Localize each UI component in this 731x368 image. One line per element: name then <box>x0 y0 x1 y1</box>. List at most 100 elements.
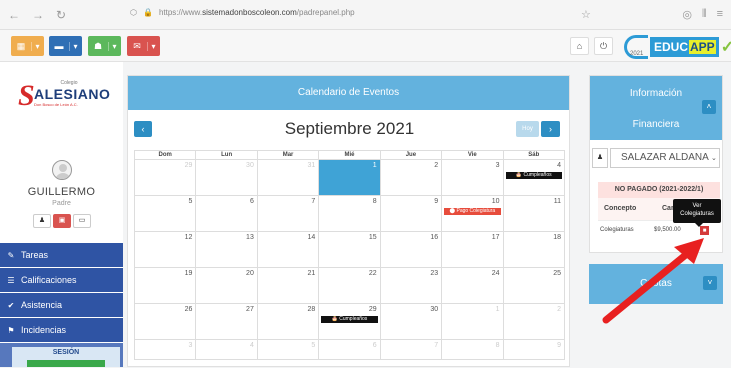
sidebar-item-asistencia[interactable]: ✔ Asistencia <box>0 293 123 317</box>
calendar-day-cell[interactable]: 25 <box>502 267 566 304</box>
calendar-day-number: 10 <box>491 198 500 205</box>
address-bar[interactable]: ⬡ 🔒 https://www.sistemadonboscoleon.com/… <box>130 8 355 17</box>
sidebar-item-label: Incidencias <box>21 325 67 335</box>
calendar-day-number: 2 <box>557 306 561 313</box>
student-select[interactable]: SALAZAR ALDANA ⌄ <box>610 148 720 168</box>
calendar-day-cell[interactable]: 30 <box>195 159 258 196</box>
calendar-day-cell[interactable]: 19 <box>133 267 197 304</box>
calendar-day-cell[interactable]: 10 ⬤ Pago Colegiatura <box>441 195 504 232</box>
calendar-day-cell[interactable]: 2 <box>502 303 566 340</box>
weekday-header: Mié <box>318 150 381 160</box>
calendar-day-cell[interactable]: 20 <box>195 267 258 304</box>
calendar-day-cell[interactable]: 16 <box>379 231 443 268</box>
calendar-body: 29 30 31 1 2 3 4 🎂 Cumpleaños 5 6 7 8 9 10 ⬤ Pago Cole… <box>133 159 566 360</box>
calendar-week-row: 26 27 28 29 🎂 Cumpleaños 30 1 2 <box>133 303 566 340</box>
calendar-day-cell[interactable]: 31 <box>256 159 320 196</box>
calendar-day-cell[interactable]: 30 <box>379 303 443 340</box>
library-icon[interactable]: ⫴ <box>702 8 707 21</box>
expand-button[interactable]: ˅ <box>703 276 717 290</box>
user-dropdown-button[interactable]: ☗ ▾ <box>88 36 121 56</box>
calendar-day-cell[interactable]: 1 <box>318 159 381 196</box>
calendar-day-number: 1 <box>372 162 377 169</box>
calendar-day-cell[interactable]: 11 <box>502 195 566 232</box>
calendar-day-cell[interactable]: 3 <box>133 339 197 360</box>
sidebar-item-incidencias[interactable]: ⚑ Incidencias <box>0 318 123 342</box>
calendar-day-number: 3 <box>495 162 500 169</box>
back-icon[interactable]: ← <box>8 8 20 22</box>
home-button[interactable]: ⌂ <box>570 37 589 55</box>
calendar-event[interactable]: 🎂 Cumpleaños <box>505 172 562 179</box>
calendar-day-cell[interactable]: 23 <box>379 267 443 304</box>
calendar-event[interactable]: 🎂 Cumpleaños <box>321 316 378 323</box>
calendar-day-cell[interactable]: 18 <box>502 231 566 268</box>
row-concept: Colegiaturas <box>600 227 634 233</box>
session-bar[interactable] <box>27 360 105 367</box>
bookmark-star-icon[interactable]: ☆ <box>581 8 591 21</box>
messages-dropdown-button[interactable]: ✉ ▾ <box>127 36 160 56</box>
calendar-day-cell[interactable]: 1 <box>441 303 504 340</box>
calendar-event[interactable]: ⬤ Pago Colegiatura <box>444 208 501 215</box>
sidebar-item-tareas[interactable]: ✎ Tareas <box>0 243 123 267</box>
sidebar-item-calificaciones[interactable]: ☰ Calificaciones <box>0 268 123 292</box>
calendar-week-row: 19 20 21 22 23 24 25 <box>133 267 566 304</box>
calendar-day-cell[interactable]: 2 <box>379 159 443 196</box>
pocket-icon[interactable]: ◎ <box>682 8 692 21</box>
calendar-day-number: 29 <box>184 162 193 169</box>
logo-word: EDUC APP <box>650 36 719 57</box>
check-circle-icon: ✔ <box>7 300 15 310</box>
calendar-day-cell[interactable]: 14 <box>256 231 320 268</box>
calendar-day-cell[interactable]: 13 <box>195 231 258 268</box>
next-month-button[interactable]: › <box>541 121 560 137</box>
calendar-day-cell[interactable]: 8 <box>318 195 381 232</box>
power-button[interactable]: ⏻ <box>594 37 613 55</box>
calendar-day-number: 8 <box>495 342 500 349</box>
calendar-day-cell[interactable]: 21 <box>256 267 320 304</box>
calendar-day-cell[interactable]: 24 <box>441 267 504 304</box>
reload-icon[interactable]: ↻ <box>56 8 66 22</box>
card-dropdown-button[interactable]: ▬ ▾ <box>49 36 82 56</box>
calendar-day-number: 19 <box>184 270 193 277</box>
calendar-day-cell[interactable]: 15 <box>318 231 381 268</box>
calendar-day-cell[interactable]: 12 <box>133 231 197 268</box>
calendar-dropdown-button[interactable]: ▦ ▾ <box>11 36 44 56</box>
calendar-day-cell[interactable]: 28 <box>256 303 320 340</box>
calendar-day-cell[interactable]: 6 <box>318 339 381 360</box>
calendar-day-cell[interactable]: 29 🎂 Cumpleaños <box>318 303 381 340</box>
calendar-day-cell[interactable]: 9 <box>502 339 566 360</box>
avatar <box>52 160 72 180</box>
calendar-day-cell[interactable]: 4 <box>195 339 258 360</box>
user-role: Padre <box>52 200 71 207</box>
calendar-day-number: 4 <box>557 162 561 169</box>
hamburger-menu-icon[interactable]: ≡ <box>717 8 723 21</box>
school-logo-s: S <box>18 79 35 112</box>
cuotas-panel[interactable]: Cuotas ˅ <box>589 264 723 304</box>
forward-icon[interactable]: → <box>32 8 44 22</box>
calendar-day-number: 22 <box>368 270 377 277</box>
monitor-button[interactable]: ▭ <box>73 214 91 228</box>
calendar-day-cell[interactable]: 22 <box>318 267 381 304</box>
calendar-day-cell[interactable]: 5 <box>133 195 197 232</box>
calendar-day-cell[interactable]: 7 <box>379 339 443 360</box>
calendar-day-number: 13 <box>246 234 254 241</box>
collapse-button[interactable]: ˄ <box>702 100 716 114</box>
calendar-day-cell[interactable]: 7 <box>256 195 320 232</box>
user-icon: ♟ <box>38 217 46 224</box>
calendar-day-cell[interactable]: 29 <box>133 159 197 196</box>
calendar-day-cell[interactable]: 9 <box>379 195 443 232</box>
calendar-day-cell[interactable]: 17 <box>441 231 504 268</box>
calendar-day-cell[interactable]: 26 <box>133 303 197 340</box>
calendar-day-cell[interactable]: 4 🎂 Cumpleaños <box>502 159 566 196</box>
calendar-day-cell[interactable]: 5 <box>256 339 320 360</box>
chevron-down-icon: ˅ <box>707 278 713 287</box>
calendar-day-cell[interactable]: 8 <box>441 339 504 360</box>
profile-button[interactable]: ♟ <box>33 214 51 228</box>
calendar-day-cell[interactable]: 27 <box>195 303 258 340</box>
chevron-down-icon: ▾ <box>147 41 159 51</box>
calendar-day-cell[interactable]: 3 <box>441 159 504 196</box>
id-card-button[interactable]: ▣ <box>53 214 71 228</box>
prev-month-button[interactable]: ‹ <box>134 121 152 137</box>
calendar-day-cell[interactable]: 6 <box>195 195 258 232</box>
today-button[interactable]: Hoy <box>516 121 539 137</box>
tooltip-line-1: Ver <box>692 203 702 209</box>
weekday-header: Lun <box>195 150 258 160</box>
